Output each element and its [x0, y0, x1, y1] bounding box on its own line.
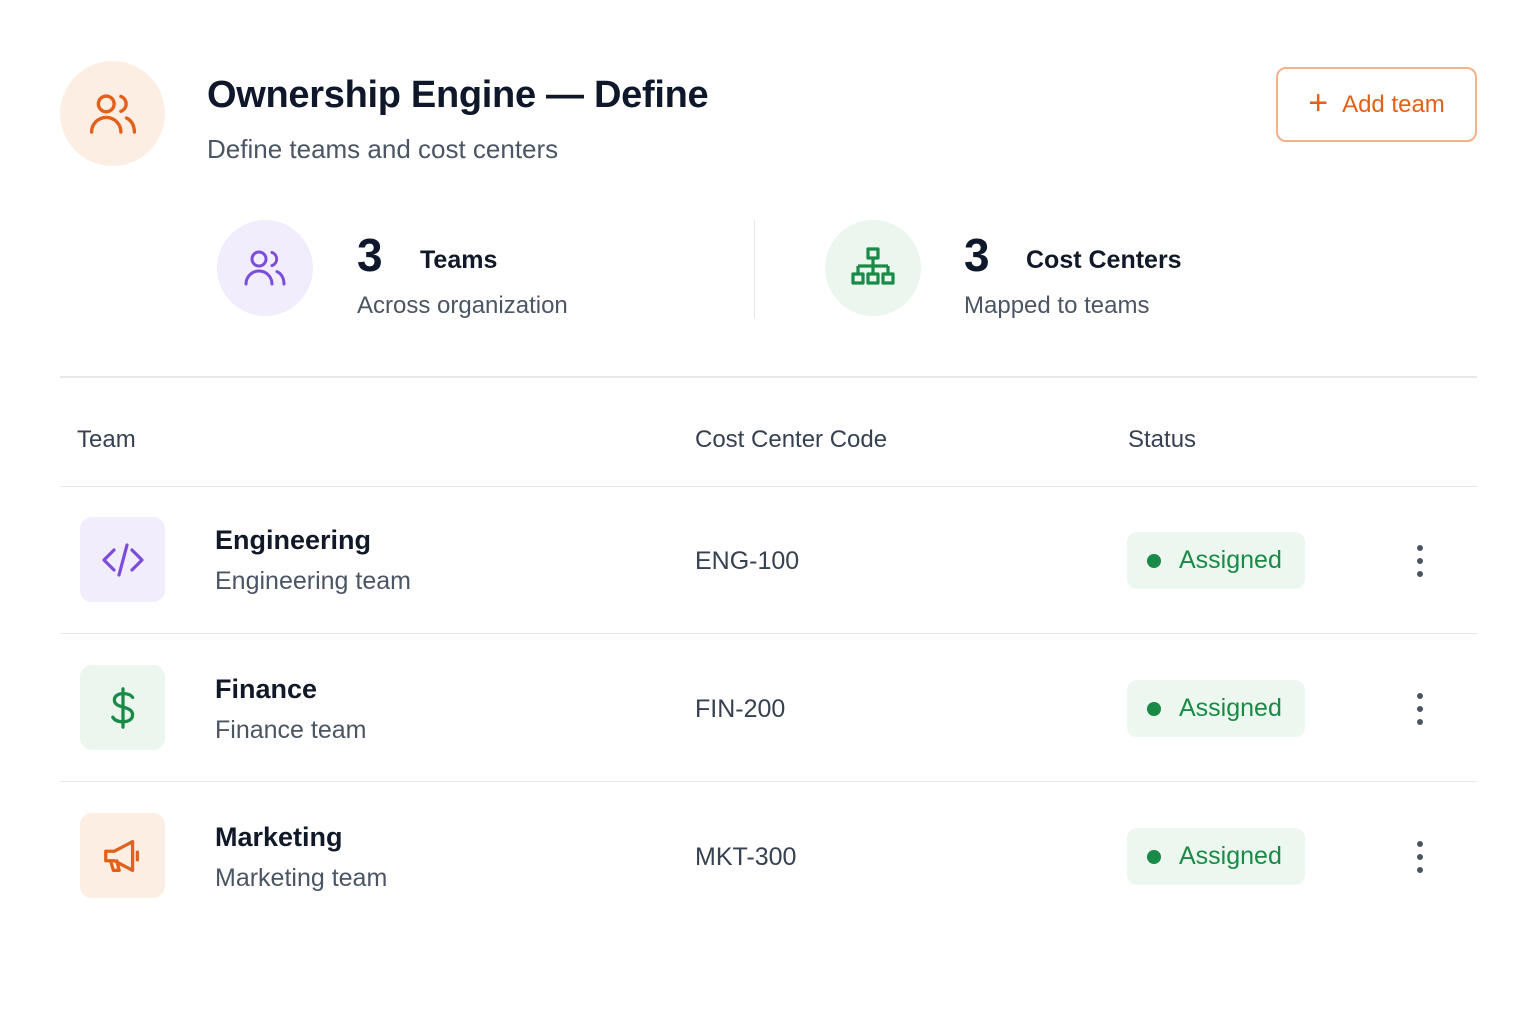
status-badge: Assigned [1127, 828, 1305, 885]
section-divider [60, 376, 1477, 378]
stat-cost-centers-label: Cost Centers [1026, 246, 1182, 274]
add-team-label: Add team [1342, 90, 1445, 118]
cost-center-code: FIN-200 [695, 695, 786, 723]
cost-center-code: MKT-300 [695, 843, 797, 871]
stat-divider [754, 220, 755, 318]
plus-icon: + [1308, 84, 1329, 122]
column-header-status: Status [1128, 426, 1197, 453]
status-dot-icon [1147, 701, 1161, 716]
stat-cost-centers-sub: Mapped to teams [964, 292, 1150, 319]
row-menu-kebab-icon[interactable] [1405, 689, 1435, 729]
row-divider [60, 781, 1477, 782]
stat-teams-label: Teams [420, 246, 498, 274]
team-description: Finance team [215, 716, 367, 744]
team-description: Engineering team [215, 567, 411, 595]
column-header-cost-center-code: Cost Center Code [695, 426, 888, 453]
team-name: Engineering [215, 525, 372, 555]
team-description: Marketing team [215, 864, 388, 892]
stat-cost-centers-value: 3 [964, 229, 990, 281]
add-team-button[interactable]: + Add team [1276, 67, 1477, 142]
cost-center-code: ENG-100 [695, 547, 800, 575]
status-label: Assigned [1179, 842, 1282, 870]
column-header-team: Team [77, 426, 136, 453]
status-dot-icon [1147, 553, 1161, 568]
team-name: Finance [215, 674, 318, 704]
dollar-icon [80, 665, 165, 750]
status-label: Assigned [1179, 694, 1282, 722]
table-header-divider [60, 486, 1477, 487]
status-badge: Assigned [1127, 680, 1305, 737]
stat-cost-centers-hierarchy-icon [825, 220, 921, 316]
status-badge: Assigned [1127, 532, 1305, 589]
row-menu-kebab-icon[interactable] [1405, 541, 1435, 581]
status-dot-icon [1147, 849, 1161, 864]
stat-teams-users-icon [217, 220, 313, 316]
page-title: Ownership Engine — Define [207, 74, 709, 116]
stat-teams-sub: Across organization [357, 292, 568, 319]
row-menu-kebab-icon[interactable] [1405, 837, 1435, 877]
header-users-icon [60, 61, 165, 166]
team-name: Marketing [215, 822, 343, 852]
stat-teams-value: 3 [357, 229, 383, 281]
status-label: Assigned [1179, 546, 1282, 574]
code-icon [80, 517, 165, 602]
row-divider [60, 633, 1477, 634]
page-subtitle: Define teams and cost centers [207, 134, 559, 164]
megaphone-icon [80, 813, 165, 898]
